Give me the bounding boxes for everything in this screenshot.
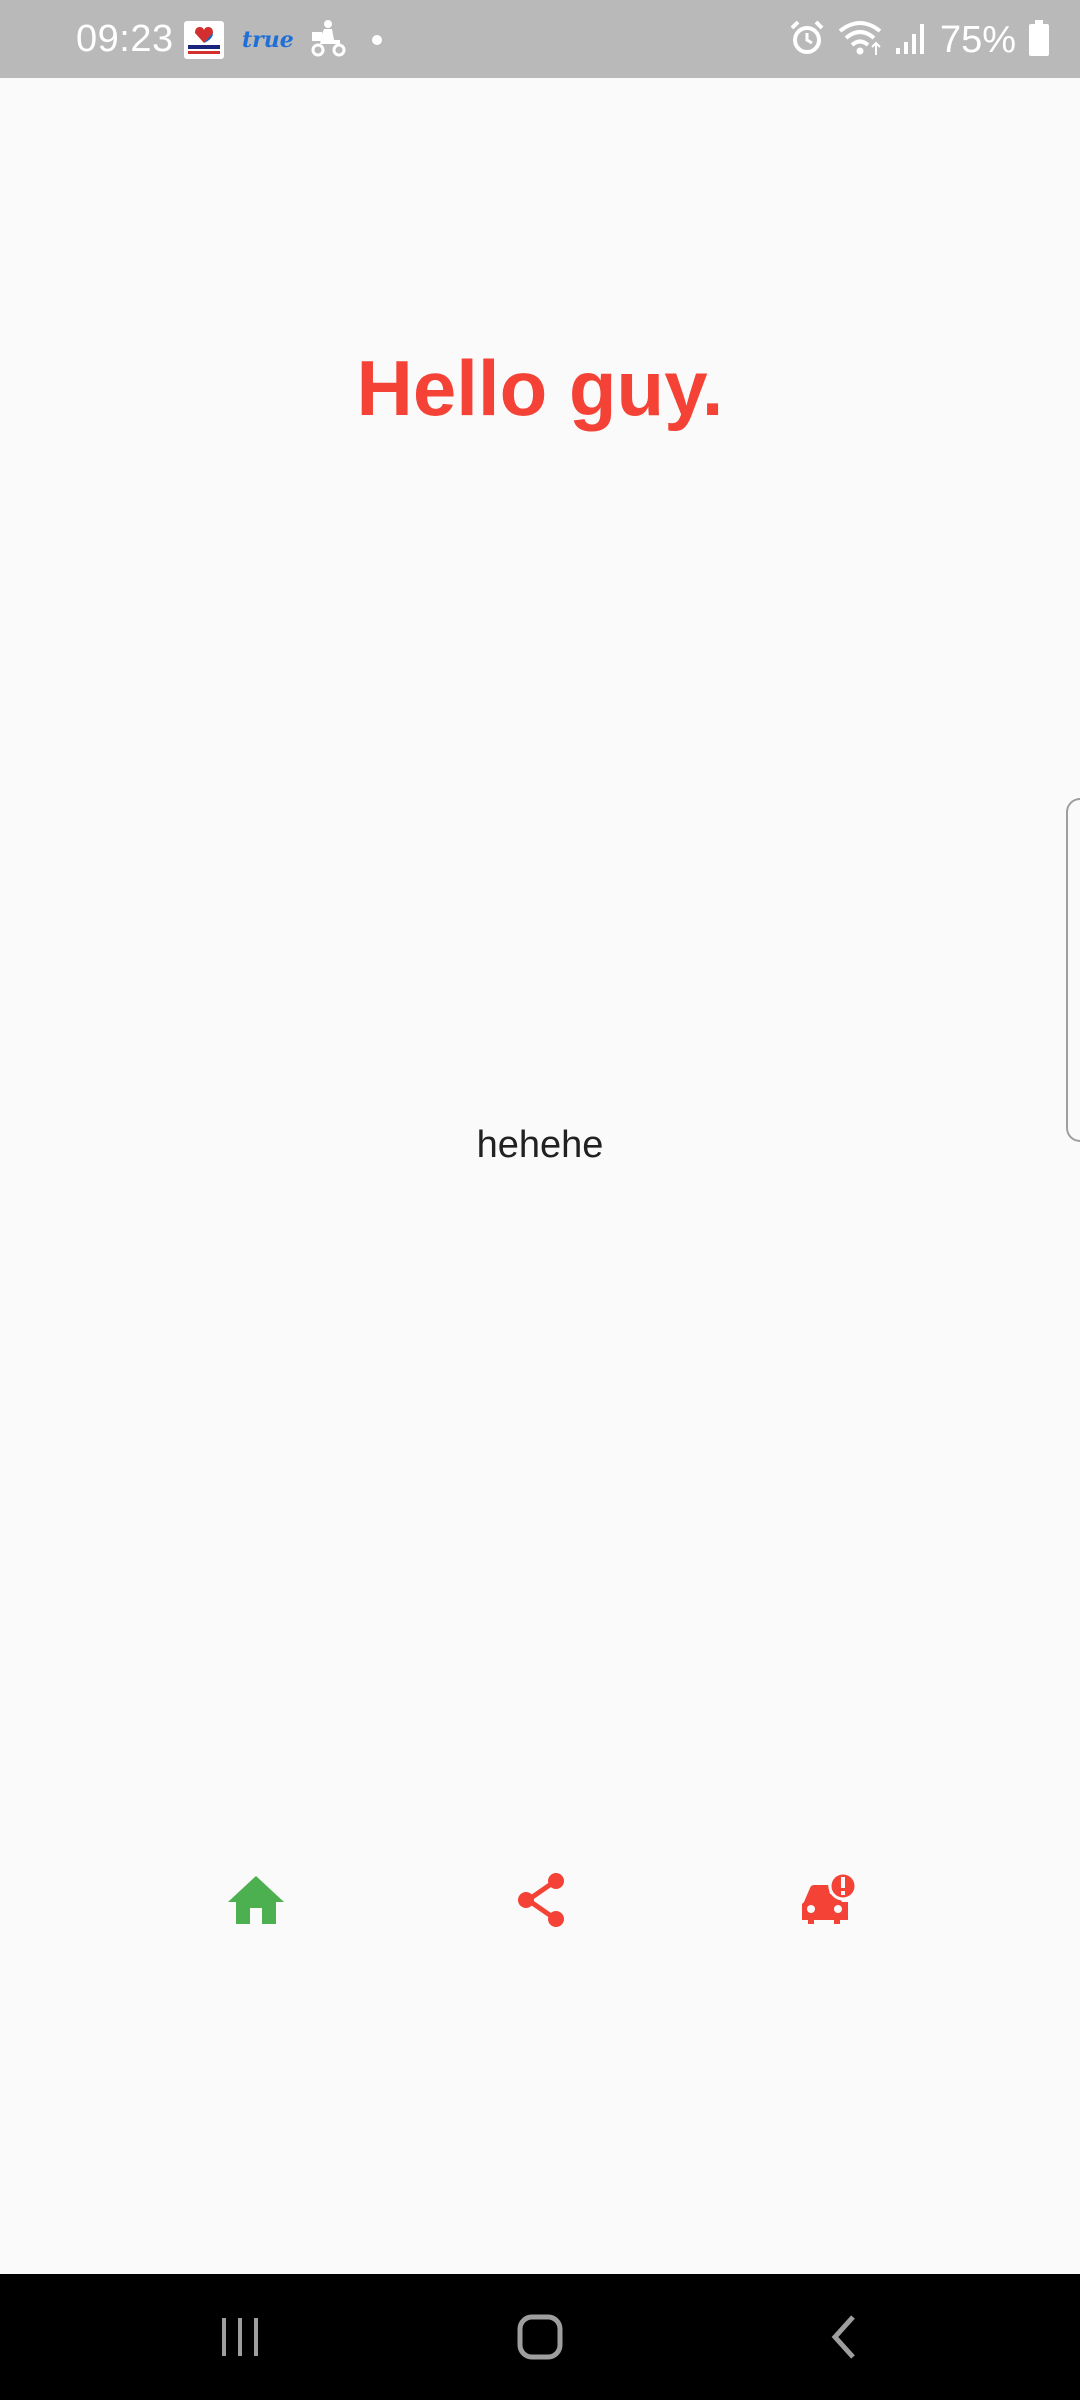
vpn-badge-icon [184,21,224,59]
home-nav-button[interactable] [500,2302,580,2372]
system-icons: 75% [788,18,1050,62]
car-alert-icon [802,1872,858,1924]
alarm-icon [788,19,826,62]
share-icon [518,1873,564,1927]
status-bar: 09:23 true 75% [0,0,1080,78]
notification-icons: true [184,18,382,63]
home-icon [228,1876,284,1924]
body-text: hehehe [476,1124,604,1166]
dot-icon [371,35,382,45]
battery-percentage: 75% [939,19,1016,61]
home-button[interactable] [216,1860,296,1940]
scooter-delivery-icon [308,18,348,63]
car-alert-button[interactable] [788,1860,868,1940]
back-icon [831,2315,855,2359]
true-logo-icon: true [242,27,294,53]
screen: 09:23 true 75% Hello guy. hehehe [0,0,1080,2400]
wifi-icon [838,19,882,62]
home-nav-icon [517,2314,563,2360]
recent-apps-icon [222,2318,258,2356]
edge-panel-handle[interactable] [1066,798,1080,1142]
share-button[interactable] [502,1860,582,1940]
cell-signal-icon [894,20,928,61]
greeting-title: Hello guy. [356,344,724,432]
status-time: 09:23 [76,18,174,60]
battery-icon [1028,19,1050,62]
recent-apps-button[interactable] [200,2302,280,2372]
back-button[interactable] [804,2302,884,2372]
navigation-bar [0,2274,1080,2400]
